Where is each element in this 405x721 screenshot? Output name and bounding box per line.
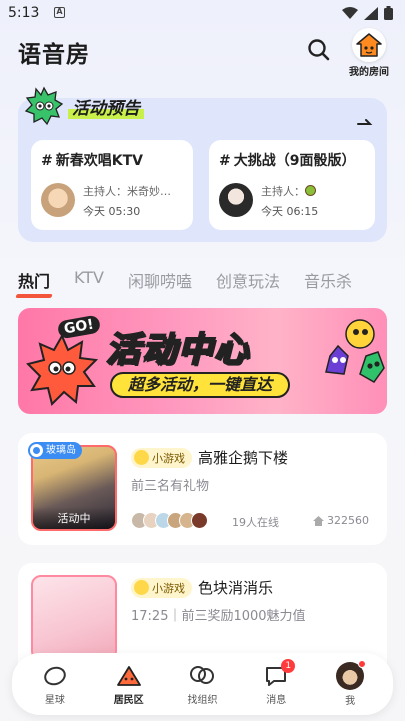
room-live-status: 活动中 [33, 507, 115, 529]
bottom-nav: 星球 居民区 找组织 1 消息 我 [12, 653, 393, 715]
my-room-button[interactable]: 我的房间 [346, 28, 392, 78]
residential-icon [116, 663, 142, 689]
nav-label: 星球 [44, 694, 65, 706]
mascot-icon [24, 86, 64, 126]
activity-preview-header: 活动预告 [24, 86, 144, 126]
event-time: 今天 05:30 [83, 205, 141, 218]
nav-messages[interactable]: 1 消息 [246, 658, 306, 706]
page-title: 语音房 [18, 42, 90, 68]
message-icon: 1 [263, 658, 296, 689]
room-description: 前三名有礼物 [131, 479, 210, 494]
house-heat-icon [313, 515, 324, 526]
room-heat: 322560 [313, 514, 369, 527]
game-chip: 小游戏 [131, 447, 192, 468]
nav-label: 居民区 [113, 694, 144, 706]
nav-label: 消息 [266, 694, 287, 706]
event-host: 主持人： [261, 183, 361, 199]
tab-creative[interactable]: 创意玩法 [216, 268, 280, 294]
message-badge: 1 [281, 658, 296, 673]
host-avatar [41, 183, 75, 217]
notification-a-icon: A [54, 7, 65, 18]
preview-more-button[interactable] [357, 114, 373, 133]
nav-residential[interactable]: 居民区 [99, 663, 159, 706]
room-name: 小游戏 色块消消乐 [131, 577, 273, 598]
kiwi-emoji-icon [305, 185, 316, 196]
banner-title: 活动中心 [105, 329, 250, 371]
category-tabs: 热门 KTV 闲聊唠嗑 创意玩法 音乐杀 [18, 268, 405, 294]
profile-red-dot [358, 659, 367, 668]
battery-icon [384, 6, 393, 20]
nav-me[interactable]: 我 [320, 659, 380, 707]
group-icon [189, 663, 215, 689]
activity-center-banner[interactable]: GO! 活动中心 超多活动，一键直达 [18, 308, 387, 414]
house-icon [352, 28, 386, 62]
activity-preview-title: 活动预告 [68, 93, 144, 119]
room-online-count: 19人在线 [232, 516, 279, 529]
member-avatars [131, 512, 208, 529]
host-avatar [219, 183, 253, 217]
star-mascot-icon [26, 334, 98, 406]
room-name: 小游戏 高雅企鹅下楼 [131, 447, 288, 468]
nav-label: 我 [345, 695, 356, 707]
event-card[interactable]: # 大挑战（9面骰版） 主持人： 今天 06:15 [209, 140, 375, 230]
arrow-right-icon [357, 119, 373, 125]
event-host: 主持人：米奇妙… [83, 185, 171, 198]
avatar [336, 659, 367, 690]
tab-music-kill[interactable]: 音乐杀 [304, 268, 352, 294]
event-card[interactable]: # 新春欢唱KTV 主持人：米奇妙… 今天 05:30 [31, 140, 193, 230]
status-icons [342, 6, 393, 20]
nav-planet[interactable]: 星球 [25, 663, 85, 706]
event-name: # 大挑战（9面骰版） [219, 153, 356, 169]
room-tag: 玻璃岛 [28, 442, 82, 459]
tab-chat[interactable]: 闲聊唠嗑 [128, 268, 192, 294]
room-card[interactable]: 玻璃岛 活动中 小游戏 高雅企鹅下楼 前三名有礼物 19人在线 322560 [18, 433, 387, 545]
planet-icon [42, 663, 68, 689]
wifi-icon [342, 6, 358, 19]
tab-ktv[interactable]: KTV [74, 268, 104, 294]
room-description: 17:25｜前三奖励1000魅力值 [131, 609, 306, 624]
status-bar: 5:13 A [0, 0, 405, 28]
signal-icon [364, 6, 378, 20]
room-thumbnail [31, 575, 117, 661]
tab-hot[interactable]: 热门 [18, 268, 50, 294]
search-button[interactable] [306, 37, 332, 63]
nav-label: 找组织 [187, 694, 218, 706]
event-time: 今天 06:15 [261, 205, 319, 218]
nav-find-group[interactable]: 找组织 [172, 663, 232, 706]
status-time: 5:13 [8, 5, 40, 21]
event-name: # 新春欢唱KTV [41, 153, 143, 169]
tag-icon [30, 444, 43, 457]
monster-mascots-icon [325, 319, 385, 383]
search-icon [308, 39, 330, 61]
my-room-label: 我的房间 [349, 67, 389, 78]
game-chip: 小游戏 [131, 577, 192, 598]
banner-subtitle: 超多活动，一键直达 [110, 372, 291, 398]
